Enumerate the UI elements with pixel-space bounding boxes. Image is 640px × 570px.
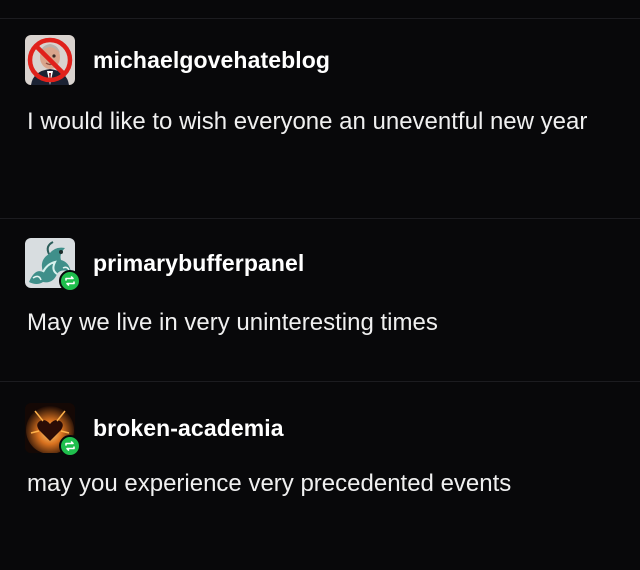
- avatar[interactable]: [25, 35, 75, 85]
- post-header: primarybufferpanel: [25, 238, 304, 292]
- avatar[interactable]: [25, 238, 81, 292]
- post-thread: michaelgovehateblog I would like to wish…: [0, 0, 640, 570]
- post-header: michaelgovehateblog: [25, 35, 330, 85]
- username[interactable]: broken-academia: [93, 415, 284, 442]
- post-header: broken-academia: [25, 403, 284, 457]
- reblog-icon: [59, 270, 81, 292]
- post-michaelgovehateblog: michaelgovehateblog I would like to wish…: [0, 18, 640, 218]
- post-text: may you experience very precedented even…: [27, 470, 512, 497]
- post-primarybufferpanel: primarybufferpanel May we live in very u…: [0, 218, 640, 381]
- crossed-out-portrait-icon: [25, 35, 75, 85]
- reblog-icon: [59, 435, 81, 457]
- post-text: I would like to wish everyone an unevent…: [27, 108, 588, 135]
- username[interactable]: primarybufferpanel: [93, 250, 304, 277]
- post-broken-academia: broken-academia may you experience very …: [0, 381, 640, 570]
- post-text: May we live in very uninteresting times: [27, 309, 438, 336]
- avatar[interactable]: [25, 403, 81, 457]
- username[interactable]: michaelgovehateblog: [93, 47, 330, 74]
